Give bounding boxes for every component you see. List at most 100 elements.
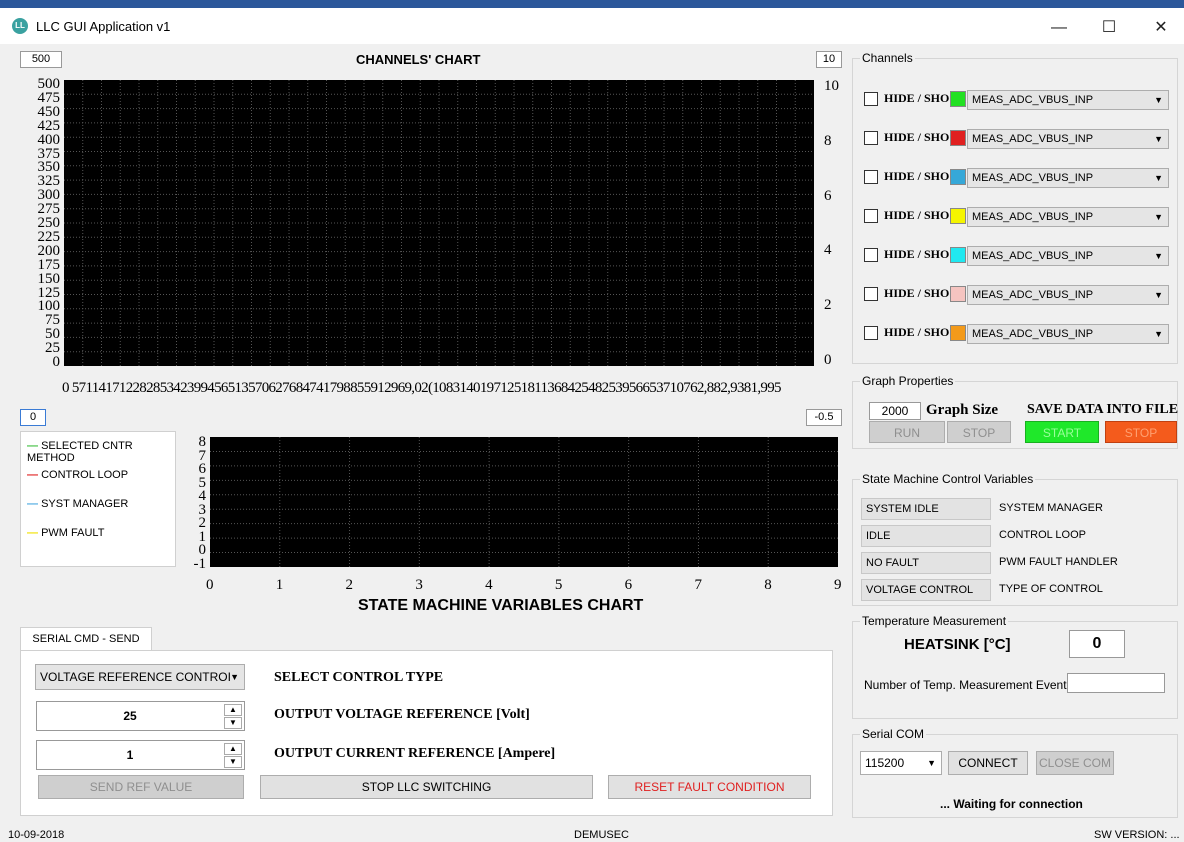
state-y-tick-label: 2 <box>198 515 207 532</box>
current-ref-value: 1 <box>126 748 134 762</box>
state-value: VOLTAGE CONTROL <box>861 579 991 601</box>
state-value: IDLE <box>861 525 991 547</box>
state-x-tick-label: 9 <box>834 577 842 593</box>
state-chart-area <box>210 437 838 567</box>
state-chart-title: STATE MACHINE VARIABLES CHART <box>358 597 644 614</box>
save-start-button[interactable]: START <box>1025 421 1099 443</box>
channel-checkbox[interactable] <box>864 248 878 262</box>
channel-checkbox[interactable] <box>864 209 878 223</box>
channel-label: HIDE / SHO <box>884 286 950 300</box>
channel-checkbox[interactable] <box>864 131 878 145</box>
baud-rate-select[interactable]: 115200 ▼ <box>860 751 942 775</box>
channel-color-swatch[interactable] <box>950 130 966 146</box>
control-type-select[interactable]: VOLTAGE REFERENCE CONTROI ▼ <box>35 664 245 690</box>
spin-down-icon[interactable]: ▼ <box>224 756 242 768</box>
channel-signal-select[interactable]: MEAS_ADC_VBUS_INP ▼ <box>967 285 1169 305</box>
state-value: NO FAULT <box>861 552 991 574</box>
channel-signal-value: MEAS_ADC_VBUS_INP <box>972 172 1094 184</box>
heatsink-label: HEATSINK [°C] <box>904 636 1011 653</box>
y-tick-label: 150 <box>37 270 61 287</box>
graph-properties-title: Graph Properties <box>860 374 956 388</box>
channel-checkbox[interactable] <box>864 170 878 184</box>
spin-up-icon[interactable]: ▲ <box>224 704 242 716</box>
control-type-label: SELECT CONTROL TYPE <box>274 670 444 685</box>
y-tick-label: 275 <box>37 201 61 218</box>
maximize-button[interactable]: ☐ <box>1086 14 1132 42</box>
channel-checkbox[interactable] <box>864 92 878 106</box>
y-tick-label: 200 <box>37 242 61 259</box>
graph-size-input[interactable]: 2000 <box>869 402 921 420</box>
close-button[interactable]: ✕ <box>1138 14 1184 42</box>
y-tick-label: 100 <box>37 298 61 315</box>
chevron-down-icon: ▼ <box>230 672 239 682</box>
status-date: 10-09-2018 <box>8 829 65 841</box>
top-chart-left-min-input[interactable]: 0 <box>20 409 46 426</box>
legend-label: CONTROL LOOP <box>41 469 129 481</box>
send-ref-value-button[interactable]: SEND REF VALUE <box>38 775 244 799</box>
channel-signal-select[interactable]: MEAS_ADC_VBUS_INP ▼ <box>967 324 1169 344</box>
y-tick-label: 50 <box>45 326 60 343</box>
top-chart-left-max-input[interactable]: 500 <box>20 51 62 68</box>
temp-event-field[interactable] <box>1067 673 1165 693</box>
channel-signal-select[interactable]: MEAS_ADC_VBUS_INP ▼ <box>967 129 1169 149</box>
channel-checkbox[interactable] <box>864 287 878 301</box>
legend-label: SELECTED CNTR METHOD <box>27 440 133 464</box>
y-tick-label: 475 <box>37 89 61 106</box>
top-chart-right-max-input[interactable]: 10 <box>816 51 842 68</box>
state-label: TYPE OF CONTROL <box>999 583 1103 595</box>
temp-event-label: Number of Temp. Measurement Event <box>864 678 1067 692</box>
channel-signal-value: MEAS_ADC_VBUS_INP <box>972 211 1094 223</box>
state-y-tick-label: 0 <box>198 542 207 559</box>
y-tick-label: 225 <box>37 228 61 245</box>
state-y-tick-label: 8 <box>198 434 207 450</box>
run-button[interactable]: RUN <box>869 421 945 443</box>
y-tick-label: 250 <box>37 215 61 231</box>
temperature-title: Temperature Measurement <box>860 614 1009 628</box>
reset-fault-button[interactable]: RESET FAULT CONDITION <box>608 775 811 799</box>
voltage-ref-spinbox[interactable]: 25 ▲ ▼ <box>36 701 245 731</box>
state-x-tick-label: 6 <box>624 577 633 593</box>
connect-button[interactable]: CONNECT <box>948 751 1028 775</box>
status-center: DEMUSEC <box>574 829 630 841</box>
close-com-button[interactable]: CLOSE COM <box>1036 751 1114 775</box>
channel-signal-select[interactable]: MEAS_ADC_VBUS_INP ▼ <box>967 246 1169 266</box>
top-chart-right-min-input[interactable]: -0.5 <box>806 409 842 426</box>
channel-color-swatch[interactable] <box>950 91 966 107</box>
channel-color-swatch[interactable] <box>950 208 966 224</box>
chevron-down-icon: ▼ <box>1154 95 1163 105</box>
channel-color-swatch[interactable] <box>950 169 966 185</box>
channel-signal-select[interactable]: MEAS_ADC_VBUS_INP ▼ <box>967 168 1169 188</box>
channels-chart-area <box>64 80 814 366</box>
channel-signal-value: MEAS_ADC_VBUS_INP <box>972 328 1094 340</box>
channel-signal-select[interactable]: MEAS_ADC_VBUS_INP ▼ <box>967 90 1169 110</box>
y-tick-label: 300 <box>37 187 61 204</box>
minimize-button[interactable]: — <box>1036 14 1082 42</box>
state-y-tick-label: -1 <box>193 556 207 572</box>
current-ref-spinbox[interactable]: 1 ▲ ▼ <box>36 740 245 770</box>
tab-serial-cmd-send[interactable]: SERIAL CMD - SEND <box>20 627 152 651</box>
y-tick-label: 500 <box>37 76 61 92</box>
legend-swatch: — <box>27 469 42 481</box>
channel-color-swatch[interactable] <box>950 325 966 341</box>
state-y-tick-label: 6 <box>198 461 207 478</box>
app-icon: LL <box>12 18 28 34</box>
y2-tick-label: 8 <box>824 132 832 149</box>
state-x-tick-label: 2 <box>345 577 354 593</box>
channel-color-swatch[interactable] <box>950 286 966 302</box>
state-x-tick-label: 4 <box>485 577 493 593</box>
current-ref-label: OUTPUT CURRENT REFERENCE [Ampere] <box>274 746 556 761</box>
spin-down-icon[interactable]: ▼ <box>224 717 242 729</box>
state-x-tick-label: 5 <box>554 577 563 593</box>
temperature-group <box>852 621 1178 719</box>
graph-stop-button[interactable]: STOP <box>947 421 1011 443</box>
channel-checkbox[interactable] <box>864 326 878 340</box>
state-machine-title: State Machine Control Variables <box>860 472 1036 486</box>
stop-llc-switching-button[interactable]: STOP LLC SWITCHING <box>260 775 593 799</box>
channel-color-swatch[interactable] <box>950 247 966 263</box>
save-stop-button[interactable]: STOP <box>1105 421 1177 443</box>
spin-up-icon[interactable]: ▲ <box>224 743 242 755</box>
state-x-tick-label: 3 <box>415 577 423 593</box>
state-value: SYSTEM IDLE <box>861 498 991 520</box>
state-chart-y-axis: 8 7 6 5 4 3 2 1 0 -1 <box>170 435 210 572</box>
channel-signal-select[interactable]: MEAS_ADC_VBUS_INP ▼ <box>967 207 1169 227</box>
